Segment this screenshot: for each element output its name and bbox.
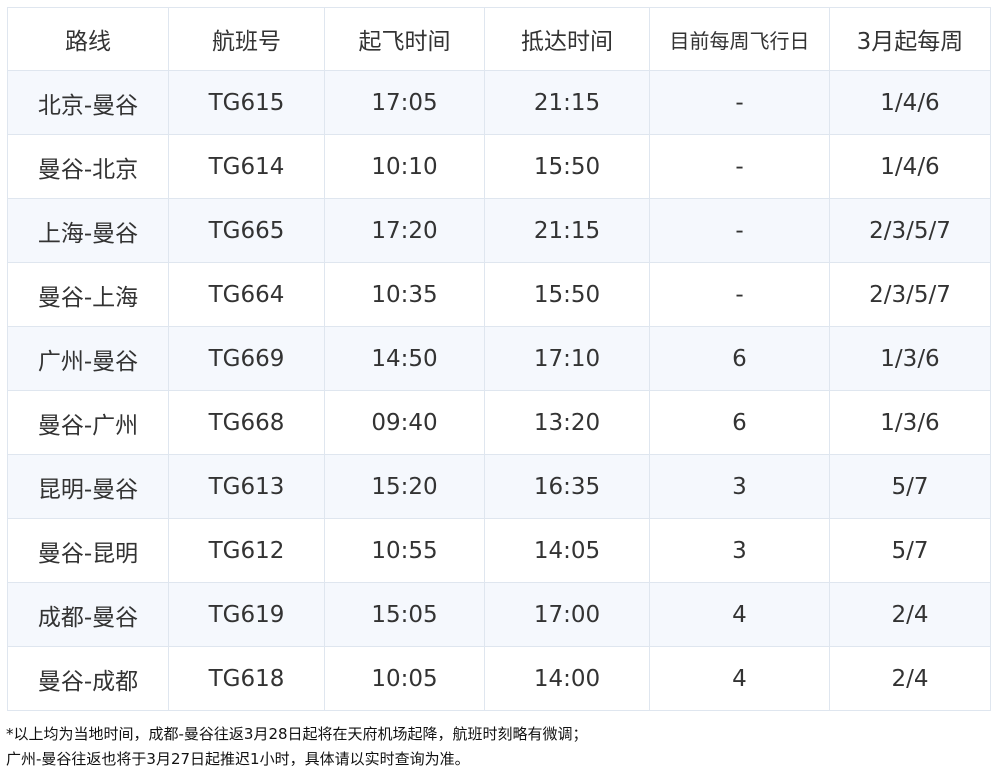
- table-row: 上海-曼谷 TG665 17:20 21:15 - 2/3/5/7: [7, 198, 991, 263]
- march-weekly-days-cell: 5/7: [829, 518, 991, 583]
- march-weekly-days-cell: 1/4/6: [829, 134, 991, 199]
- route-cell: 曼谷-成都: [7, 646, 169, 711]
- header-flight-number: 航班号: [168, 7, 325, 71]
- flight-schedule-table: 路线 航班号 起飞时间 抵达时间 目前每周飞行日 3月起每周 北京-曼谷 TG6…: [7, 7, 991, 711]
- route-cell: 北京-曼谷: [7, 70, 169, 135]
- arrival-time-cell: 14:00: [484, 646, 650, 711]
- route-cell: 广州-曼谷: [7, 326, 169, 391]
- table-row: 曼谷-昆明 TG612 10:55 14:05 3 5/7: [7, 518, 991, 583]
- flight-number-cell: TG615: [168, 70, 325, 135]
- departure-time-cell: 17:05: [324, 70, 485, 135]
- current-weekly-days-cell: -: [649, 134, 830, 199]
- arrival-time-cell: 21:15: [484, 198, 650, 263]
- route-cell: 曼谷-昆明: [7, 518, 169, 583]
- route-cell: 上海-曼谷: [7, 198, 169, 263]
- header-march-weekly-days: 3月起每周: [829, 7, 991, 71]
- header-departure-time: 起飞时间: [324, 7, 485, 71]
- header-route: 路线: [7, 7, 169, 71]
- flight-number-cell: TG619: [168, 582, 325, 647]
- arrival-time-cell: 17:00: [484, 582, 650, 647]
- march-weekly-days-cell: 2/3/5/7: [829, 262, 991, 327]
- current-weekly-days-cell: 3: [649, 454, 830, 519]
- current-weekly-days-cell: 6: [649, 390, 830, 455]
- departure-time-cell: 17:20: [324, 198, 485, 263]
- header-row: 路线 航班号 起飞时间 抵达时间 目前每周飞行日 3月起每周: [7, 7, 991, 71]
- arrival-time-cell: 14:05: [484, 518, 650, 583]
- arrival-time-cell: 13:20: [484, 390, 650, 455]
- arrival-time-cell: 21:15: [484, 70, 650, 135]
- table-body: 北京-曼谷 TG615 17:05 21:15 - 1/4/6 曼谷-北京 TG…: [7, 70, 991, 711]
- route-cell: 曼谷-广州: [7, 390, 169, 455]
- table-row: 北京-曼谷 TG615 17:05 21:15 - 1/4/6: [7, 70, 991, 135]
- arrival-time-cell: 15:50: [484, 134, 650, 199]
- route-cell: 昆明-曼谷: [7, 454, 169, 519]
- header-current-weekly-days: 目前每周飞行日: [649, 7, 830, 71]
- table-row: 广州-曼谷 TG669 14:50 17:10 6 1/3/6: [7, 326, 991, 391]
- table-header: 路线 航班号 起飞时间 抵达时间 目前每周飞行日 3月起每周: [7, 7, 991, 71]
- march-weekly-days-cell: 2/4: [829, 646, 991, 711]
- current-weekly-days-cell: -: [649, 70, 830, 135]
- current-weekly-days-cell: 4: [649, 646, 830, 711]
- flight-number-cell: TG669: [168, 326, 325, 391]
- arrival-time-cell: 17:10: [484, 326, 650, 391]
- flight-number-cell: TG613: [168, 454, 325, 519]
- footnote-line: 广州-曼谷往返也将于3月27日起推迟1小时，具体请以实时查询为准。: [6, 750, 470, 768]
- header-arrival-time: 抵达时间: [484, 7, 650, 71]
- departure-time-cell: 09:40: [324, 390, 485, 455]
- march-weekly-days-cell: 1/3/6: [829, 390, 991, 455]
- flight-number-cell: TG665: [168, 198, 325, 263]
- departure-time-cell: 15:20: [324, 454, 485, 519]
- table-row: 曼谷-上海 TG664 10:35 15:50 - 2/3/5/7: [7, 262, 991, 327]
- departure-time-cell: 14:50: [324, 326, 485, 391]
- current-weekly-days-cell: 3: [649, 518, 830, 583]
- table-row: 曼谷-北京 TG614 10:10 15:50 - 1/4/6: [7, 134, 991, 199]
- march-weekly-days-cell: 2/4: [829, 582, 991, 647]
- current-weekly-days-cell: -: [649, 198, 830, 263]
- current-weekly-days-cell: -: [649, 262, 830, 327]
- table-row: 昆明-曼谷 TG613 15:20 16:35 3 5/7: [7, 454, 991, 519]
- arrival-time-cell: 16:35: [484, 454, 650, 519]
- departure-time-cell: 10:35: [324, 262, 485, 327]
- route-cell: 成都-曼谷: [7, 582, 169, 647]
- flight-number-cell: TG612: [168, 518, 325, 583]
- footnote-line: *以上均为当地时间，成都-曼谷往返3月28日起将在天府机场起降，航班时刻略有微调…: [6, 725, 588, 743]
- march-weekly-days-cell: 1/3/6: [829, 326, 991, 391]
- departure-time-cell: 10:05: [324, 646, 485, 711]
- flight-number-cell: TG664: [168, 262, 325, 327]
- current-weekly-days-cell: 4: [649, 582, 830, 647]
- footnotes: *以上均为当地时间，成都-曼谷往返3月28日起将在天府机场起降，航班时刻略有微调…: [6, 722, 994, 772]
- table-row: 曼谷-成都 TG618 10:05 14:00 4 2/4: [7, 646, 991, 711]
- departure-time-cell: 10:55: [324, 518, 485, 583]
- march-weekly-days-cell: 5/7: [829, 454, 991, 519]
- departure-time-cell: 15:05: [324, 582, 485, 647]
- march-weekly-days-cell: 1/4/6: [829, 70, 991, 135]
- march-weekly-days-cell: 2/3/5/7: [829, 198, 991, 263]
- route-cell: 曼谷-上海: [7, 262, 169, 327]
- arrival-time-cell: 15:50: [484, 262, 650, 327]
- flight-number-cell: TG618: [168, 646, 325, 711]
- table-row: 成都-曼谷 TG619 15:05 17:00 4 2/4: [7, 582, 991, 647]
- table-row: 曼谷-广州 TG668 09:40 13:20 6 1/3/6: [7, 390, 991, 455]
- current-weekly-days-cell: 6: [649, 326, 830, 391]
- flight-number-cell: TG668: [168, 390, 325, 455]
- route-cell: 曼谷-北京: [7, 134, 169, 199]
- flight-number-cell: TG614: [168, 134, 325, 199]
- departure-time-cell: 10:10: [324, 134, 485, 199]
